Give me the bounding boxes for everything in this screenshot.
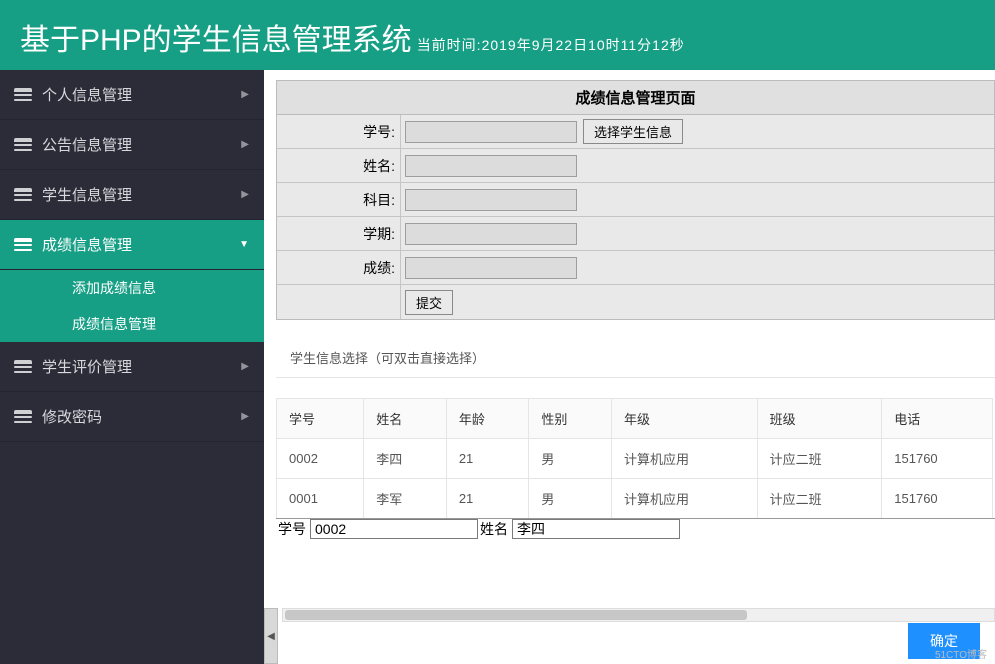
submenu-grades: 添加成绩信息 成绩信息管理 (0, 270, 264, 342)
submit-button[interactable]: 提交 (405, 290, 453, 315)
select-student-button[interactable]: 选择学生信息 (583, 119, 683, 144)
sidebar-item-label: 学生信息管理 (42, 184, 132, 205)
input-name[interactable] (405, 155, 577, 177)
table-row[interactable]: 0002 李四 21 男 计算机应用 计应二班 151760 (277, 439, 993, 479)
filter-row: 学号 姓名 (276, 518, 995, 539)
chevron-right-icon: ▶ (241, 139, 249, 150)
col-id: 学号 (277, 399, 364, 439)
stack-icon (14, 138, 32, 152)
main-content: 成绩信息管理页面 学号: 选择学生信息 姓名: 科目: (264, 70, 995, 664)
label-subject: 科目: (277, 183, 401, 216)
chevron-down-icon: ▼ (239, 239, 249, 250)
chevron-right-icon: ▶ (241, 89, 249, 100)
student-select-panel: 学生信息选择（可双击直接选择） 学号 姓名 年龄 性别 年级 班级 电话 (276, 338, 995, 539)
sidebar-item-evaluation[interactable]: 学生评价管理 ▶ (0, 342, 264, 392)
sidebar: 个人信息管理 ▶ 公告信息管理 ▶ 学生信息管理 ▶ 成绩信息管理 ▼ 添加成绩… (0, 70, 264, 664)
chevron-right-icon: ▶ (241, 361, 249, 372)
input-subject[interactable] (405, 189, 577, 211)
chevron-right-icon: ▶ (241, 189, 249, 200)
sidebar-item-password[interactable]: 修改密码 ▶ (0, 392, 264, 442)
sidebar-item-personal[interactable]: 个人信息管理 ▶ (0, 70, 264, 120)
col-phone: 电话 (882, 399, 993, 439)
app-header: 基于PHP的学生信息管理系统 当前时间:2019年9月22日10时11分12秒 (0, 0, 995, 70)
stack-icon (14, 360, 32, 374)
stack-icon (14, 88, 32, 102)
col-class: 班级 (757, 399, 882, 439)
label-empty (277, 285, 401, 319)
sidebar-item-grades[interactable]: 成绩信息管理 ▼ (0, 220, 264, 270)
sidebar-item-student[interactable]: 学生信息管理 ▶ (0, 170, 264, 220)
table-row[interactable]: 0001 李军 21 男 计算机应用 计应二班 151760 (277, 479, 993, 519)
filter-name-label: 姓名 (480, 519, 508, 539)
current-time: 当前时间:2019年9月22日10时11分12秒 (417, 35, 685, 55)
label-term: 学期: (277, 217, 401, 250)
sidebar-item-label: 成绩信息管理 (42, 234, 132, 255)
input-student-id[interactable] (405, 121, 577, 143)
scrollbar-thumb[interactable] (285, 610, 747, 620)
label-score: 成绩: (277, 251, 401, 284)
grade-form-panel: 成绩信息管理页面 学号: 选择学生信息 姓名: 科目: (276, 80, 995, 320)
stack-icon (14, 410, 32, 424)
panel-title: 成绩信息管理页面 (277, 81, 994, 115)
submenu-manage-grade[interactable]: 成绩信息管理 (0, 306, 264, 342)
stack-icon (14, 238, 32, 252)
sidebar-item-label: 学生评价管理 (42, 356, 132, 377)
sidebar-item-label: 个人信息管理 (42, 84, 132, 105)
stack-icon (14, 188, 32, 202)
col-name: 姓名 (364, 399, 447, 439)
horizontal-scrollbar[interactable] (282, 608, 995, 622)
app-title: 基于PHP的学生信息管理系统 (20, 15, 412, 59)
col-grade: 年级 (611, 399, 757, 439)
sidebar-item-label: 修改密码 (42, 406, 102, 427)
select-panel-title: 学生信息选择（可双击直接选择） (276, 338, 995, 378)
confirm-button[interactable]: 确定 (908, 623, 980, 659)
filter-id-label: 学号 (278, 519, 306, 539)
input-term[interactable] (405, 223, 577, 245)
collapse-handle[interactable]: ◀ (264, 608, 278, 664)
label-name: 姓名: (277, 149, 401, 182)
student-table: 学号 姓名 年龄 性别 年级 班级 电话 0002 李四 (276, 398, 993, 519)
col-gender: 性别 (529, 399, 612, 439)
filter-name-input[interactable] (512, 519, 680, 539)
table-header-row: 学号 姓名 年龄 性别 年级 班级 电话 (277, 399, 993, 439)
input-score[interactable] (405, 257, 577, 279)
label-student-id: 学号: (277, 115, 401, 148)
filter-id-input[interactable] (310, 519, 478, 539)
sidebar-item-announcement[interactable]: 公告信息管理 ▶ (0, 120, 264, 170)
col-age: 年龄 (446, 399, 529, 439)
chevron-right-icon: ▶ (241, 411, 249, 422)
sidebar-item-label: 公告信息管理 (42, 134, 132, 155)
submenu-add-grade[interactable]: 添加成绩信息 (0, 270, 264, 306)
